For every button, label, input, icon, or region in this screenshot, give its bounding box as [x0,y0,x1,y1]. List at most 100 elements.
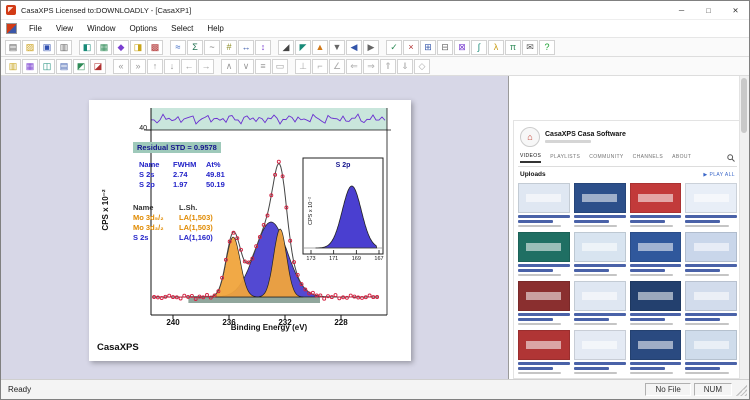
video-item[interactable] [574,330,626,374]
video-thumbnail[interactable] [685,183,737,213]
toolbar-button[interactable]: ▤ [56,59,72,74]
video-item[interactable] [630,183,682,227]
video-item[interactable] [518,330,570,374]
close-button[interactable]: ✕ [722,1,749,19]
toolbar-button[interactable]: « [113,59,129,74]
toolbar-button[interactable]: π [505,40,521,55]
toolbar-button[interactable]: ~ [204,40,220,55]
toolbar-button[interactable]: ↔ [238,40,254,55]
toolbar-button[interactable]: ✉ [522,40,538,55]
toolbar-button[interactable]: ⇓ [397,59,413,74]
toolbar-button[interactable]: ⌐ [312,59,328,74]
video-item[interactable] [630,232,682,276]
toolbar-button[interactable]: ▶ [363,40,379,55]
toolbar-button[interactable]: ▦ [96,40,112,55]
video-item[interactable] [685,281,737,325]
minimize-button[interactable]: ─ [668,1,695,19]
toolbar-button[interactable]: ⊞ [420,40,436,55]
video-thumbnail[interactable] [574,232,626,262]
video-thumbnail[interactable] [574,281,626,311]
video-item[interactable] [574,281,626,325]
toolbar-button[interactable]: ▨ [22,40,38,55]
toolbar-button[interactable]: ◀ [346,40,362,55]
toolbar-button[interactable]: ◫ [39,59,55,74]
menu-view[interactable]: View [49,24,80,33]
video-thumbnail[interactable] [574,183,626,213]
menu-window[interactable]: Window [80,24,122,33]
scrollbar[interactable] [739,76,749,379]
toolbar-button[interactable]: ← [181,59,197,74]
toolbar-button[interactable]: × [403,40,419,55]
video-item[interactable] [630,281,682,325]
toolbar-button[interactable]: ↑ [147,59,163,74]
toolbar-button[interactable]: ▭ [272,59,288,74]
toolbar-button[interactable]: ▲ [312,40,328,55]
toolbar-button[interactable]: ◆ [113,40,129,55]
toolbar-button[interactable]: ∠ [329,59,345,74]
chart-page[interactable]: 40 Residual STD = 0.9578 NameFWHMAt%S 2s… [89,100,411,361]
play-all-button[interactable]: ▶ PLAY ALL [703,172,735,178]
video-item[interactable] [685,232,737,276]
video-thumbnail[interactable] [630,232,682,262]
video-item[interactable] [685,330,737,374]
toolbar-button[interactable]: ↓ [164,59,180,74]
video-thumbnail[interactable] [630,281,682,311]
toolbar-button[interactable]: ▣ [39,40,55,55]
video-thumbnail[interactable] [685,232,737,262]
tab-about[interactable]: ABOUT [672,154,691,162]
tab-videos[interactable]: VIDEOS [520,153,541,163]
toolbar-button[interactable]: ▥ [56,40,72,55]
toolbar-button[interactable]: ▥ [5,59,21,74]
video-thumbnail[interactable] [574,330,626,360]
video-thumbnail[interactable] [630,183,682,213]
menu-select[interactable]: Select [164,24,200,33]
video-thumbnail[interactable] [685,330,737,360]
search-icon[interactable] [727,154,735,162]
toolbar-button[interactable]: ▦ [22,59,38,74]
toolbar-button[interactable]: ⊠ [454,40,470,55]
toolbar-button[interactable]: ◪ [90,59,106,74]
menu-file[interactable]: File [22,24,49,33]
toolbar-button[interactable]: # [221,40,237,55]
scrollbar-thumb[interactable] [741,78,747,133]
menu-options[interactable]: Options [123,24,165,33]
toolbar-button[interactable]: ⇒ [363,59,379,74]
video-thumbnail[interactable] [630,330,682,360]
video-item[interactable] [574,232,626,276]
toolbar-button[interactable]: ≈ [170,40,186,55]
tab-channels[interactable]: CHANNELS [633,154,663,162]
toolbar-button[interactable]: ⇑ [380,59,396,74]
tab-playlists[interactable]: PLAYLISTS [550,154,580,162]
video-item[interactable] [518,232,570,276]
video-thumbnail[interactable] [685,281,737,311]
tab-community[interactable]: COMMUNITY [589,154,623,162]
toolbar-button[interactable]: ? [539,40,555,55]
maximize-button[interactable]: □ [695,1,722,19]
video-thumbnail[interactable] [518,183,570,213]
toolbar-button[interactable]: ◩ [73,59,89,74]
toolbar-button[interactable]: ✓ [386,40,402,55]
toolbar-button[interactable]: ∨ [238,59,254,74]
resize-grip[interactable] [735,383,747,396]
toolbar-button[interactable]: ▤ [5,40,21,55]
toolbar-button[interactable]: ◧ [79,40,95,55]
video-item[interactable] [518,183,570,227]
toolbar-button[interactable]: ≡ [255,59,271,74]
video-item[interactable] [574,183,626,227]
video-item[interactable] [685,183,737,227]
toolbar-button[interactable]: ⇐ [346,59,362,74]
toolbar-button[interactable]: ⊟ [437,40,453,55]
toolbar-button[interactable]: ◇ [414,59,430,74]
toolbar-button[interactable]: ↕ [255,40,271,55]
video-item[interactable] [630,330,682,374]
toolbar-button[interactable]: ∧ [221,59,237,74]
toolbar-button[interactable]: ◢ [278,40,294,55]
toolbar-button[interactable]: λ [488,40,504,55]
toolbar-button[interactable]: ▼ [329,40,345,55]
video-item[interactable] [518,281,570,325]
toolbar-button[interactable]: ◨ [130,40,146,55]
video-thumbnail[interactable] [518,232,570,262]
toolbar-button[interactable]: → [198,59,214,74]
video-thumbnail[interactable] [518,330,570,360]
toolbar-button[interactable]: ⊥ [295,59,311,74]
